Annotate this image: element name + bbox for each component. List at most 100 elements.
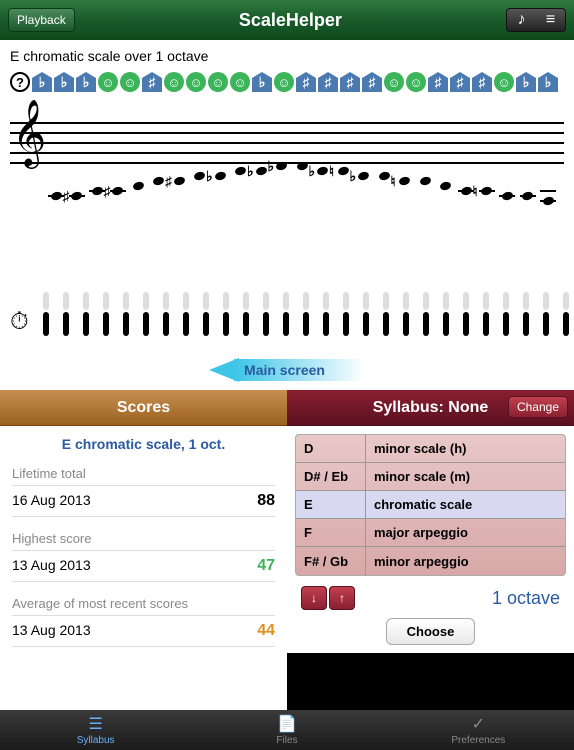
accidental: ♭ [309, 163, 316, 180]
staff-note: ♭ [276, 162, 288, 170]
metronome-tick [299, 292, 313, 336]
bottom-panels: Scores E chromatic scale, 1 oct. Lifetim… [0, 390, 574, 710]
sharp-badge: ♯ [318, 72, 338, 92]
syllabus-row[interactable]: Dminor scale (h) [296, 435, 565, 463]
metronome-tick [319, 292, 333, 336]
lifetime-label: Lifetime total [12, 466, 275, 481]
staff-note: ♮ [481, 187, 493, 195]
syllabus-key: E [296, 491, 366, 518]
metronome-tick [419, 292, 433, 336]
ok-badge: ☺ [230, 72, 250, 92]
staff-note [378, 172, 390, 180]
syllabus-row[interactable]: F# / Gbminor arpeggio [296, 547, 565, 575]
ok-badge: ☺ [208, 72, 228, 92]
metronome-tick [499, 292, 513, 336]
ok-badge: ☺ [120, 72, 140, 92]
syllabus-header: Syllabus: None Change [287, 390, 574, 426]
sharp-badge: ♯ [362, 72, 382, 92]
playback-button[interactable]: Playback [8, 8, 75, 32]
staff-note: ♯ [173, 177, 185, 185]
help-icon: ? [10, 72, 30, 92]
syllabus-table: Dminor scale (h)D# / Ebminor scale (m)Ec… [295, 434, 566, 576]
flat-badge: ♭ [32, 72, 52, 92]
syllabus-type: minor scale (m) [366, 463, 565, 490]
check-icon: ✓ [472, 714, 485, 734]
staff-note: ♯ [112, 187, 124, 195]
staff-note [132, 182, 144, 190]
down-button[interactable]: ↓ [301, 586, 327, 610]
avg-row[interactable]: 13 Aug 2013 44 [12, 615, 275, 647]
metronome-tick [79, 292, 93, 336]
metronome-tick [559, 292, 573, 336]
metronome-tick [479, 292, 493, 336]
ok-badge: ☺ [186, 72, 206, 92]
staff-note [501, 192, 513, 200]
highest-row[interactable]: 13 Aug 2013 47 [12, 550, 275, 582]
syllabus-row[interactable]: D# / Ebminor scale (m) [296, 463, 565, 491]
staff-note [460, 187, 472, 195]
feedback-row: ?♭♭♭☺☺♯☺☺☺☺♭☺♯♯♯♯☺☺♯♯♯☺♭♭ [10, 72, 564, 92]
accidental: ♭ [247, 163, 254, 180]
staff-note: ♭ [214, 172, 226, 180]
metronome-tick [59, 292, 73, 336]
menu-mode-icon: ≡ [536, 11, 565, 29]
metronome-tick [279, 292, 293, 336]
tab-files[interactable]: 📄 Files [191, 710, 382, 750]
staff-note [153, 177, 165, 185]
staff-note: ♮ [337, 167, 349, 175]
metronome-tick [519, 292, 533, 336]
metronome-tick [99, 292, 113, 336]
staff-note [235, 167, 247, 175]
up-button[interactable]: ↑ [329, 586, 355, 610]
staff-note [440, 182, 452, 190]
metronome-tick [159, 292, 173, 336]
syllabus-row[interactable]: Fmajor arpeggio [296, 519, 565, 547]
staff-note: ♭ [358, 172, 370, 180]
highest-label: Highest score [12, 531, 275, 546]
metronome-tick [439, 292, 453, 336]
avg-date: 13 Aug 2013 [12, 622, 91, 640]
staff-note: ♯ [71, 192, 83, 200]
staff-note: ♭ [317, 167, 329, 175]
tab-syllabus[interactable]: ☰ Syllabus [0, 710, 191, 750]
sharp-badge: ♯ [450, 72, 470, 92]
metronome-tick [239, 292, 253, 336]
metronome-tick [359, 292, 373, 336]
metronome-tick [339, 292, 353, 336]
syllabus-row[interactable]: Echromatic scale [296, 491, 565, 519]
staff-area: 𝄞 ♯♯♯♭♭♭♭♮♭♮♮ [10, 122, 564, 242]
staff-note [419, 177, 431, 185]
lifetime-row[interactable]: 16 Aug 2013 88 [12, 485, 275, 517]
staff-note [542, 197, 554, 205]
staff-note: ♭ [255, 167, 267, 175]
main-screen-indicator: Main screen [209, 358, 365, 382]
highest-value: 47 [257, 557, 275, 575]
change-button[interactable]: Change [508, 396, 568, 418]
syllabus-type: major arpeggio [366, 519, 565, 546]
metronome-tick [119, 292, 133, 336]
avg-value: 44 [257, 622, 275, 640]
choose-button[interactable]: Choose [386, 618, 476, 645]
mode-toggle[interactable]: ♪ ≡ [506, 8, 566, 32]
lifetime-value: 88 [257, 492, 275, 510]
syllabus-key: D# / Eb [296, 463, 366, 490]
top-nav: Playback ScaleHelper ♪ ≡ [0, 0, 574, 40]
metronome-tick [39, 292, 53, 336]
app-title: ScaleHelper [239, 10, 342, 31]
flat-badge: ♭ [252, 72, 272, 92]
ok-badge: ☺ [274, 72, 294, 92]
tab-preferences[interactable]: ✓ Preferences [383, 710, 574, 750]
scores-panel: Scores E chromatic scale, 1 oct. Lifetim… [0, 390, 287, 710]
tab-bar: ☰ Syllabus 📄 Files ✓ Preferences [0, 710, 574, 750]
syllabus-type: chromatic scale [366, 491, 565, 518]
accidental: ♮ [473, 183, 478, 200]
notes-on-staff: ♯♯♯♭♭♭♭♮♭♮♮ [50, 152, 554, 160]
metronome-tick [139, 292, 153, 336]
syllabus-key: D [296, 435, 366, 462]
syllabus-type: minor scale (h) [366, 435, 565, 462]
ok-badge: ☺ [164, 72, 184, 92]
flat-badge: ♭ [538, 72, 558, 92]
scale-area: E chromatic scale over 1 octave ?♭♭♭☺☺♯☺… [0, 40, 574, 390]
metronome-tick [179, 292, 193, 336]
ok-badge: ☺ [384, 72, 404, 92]
